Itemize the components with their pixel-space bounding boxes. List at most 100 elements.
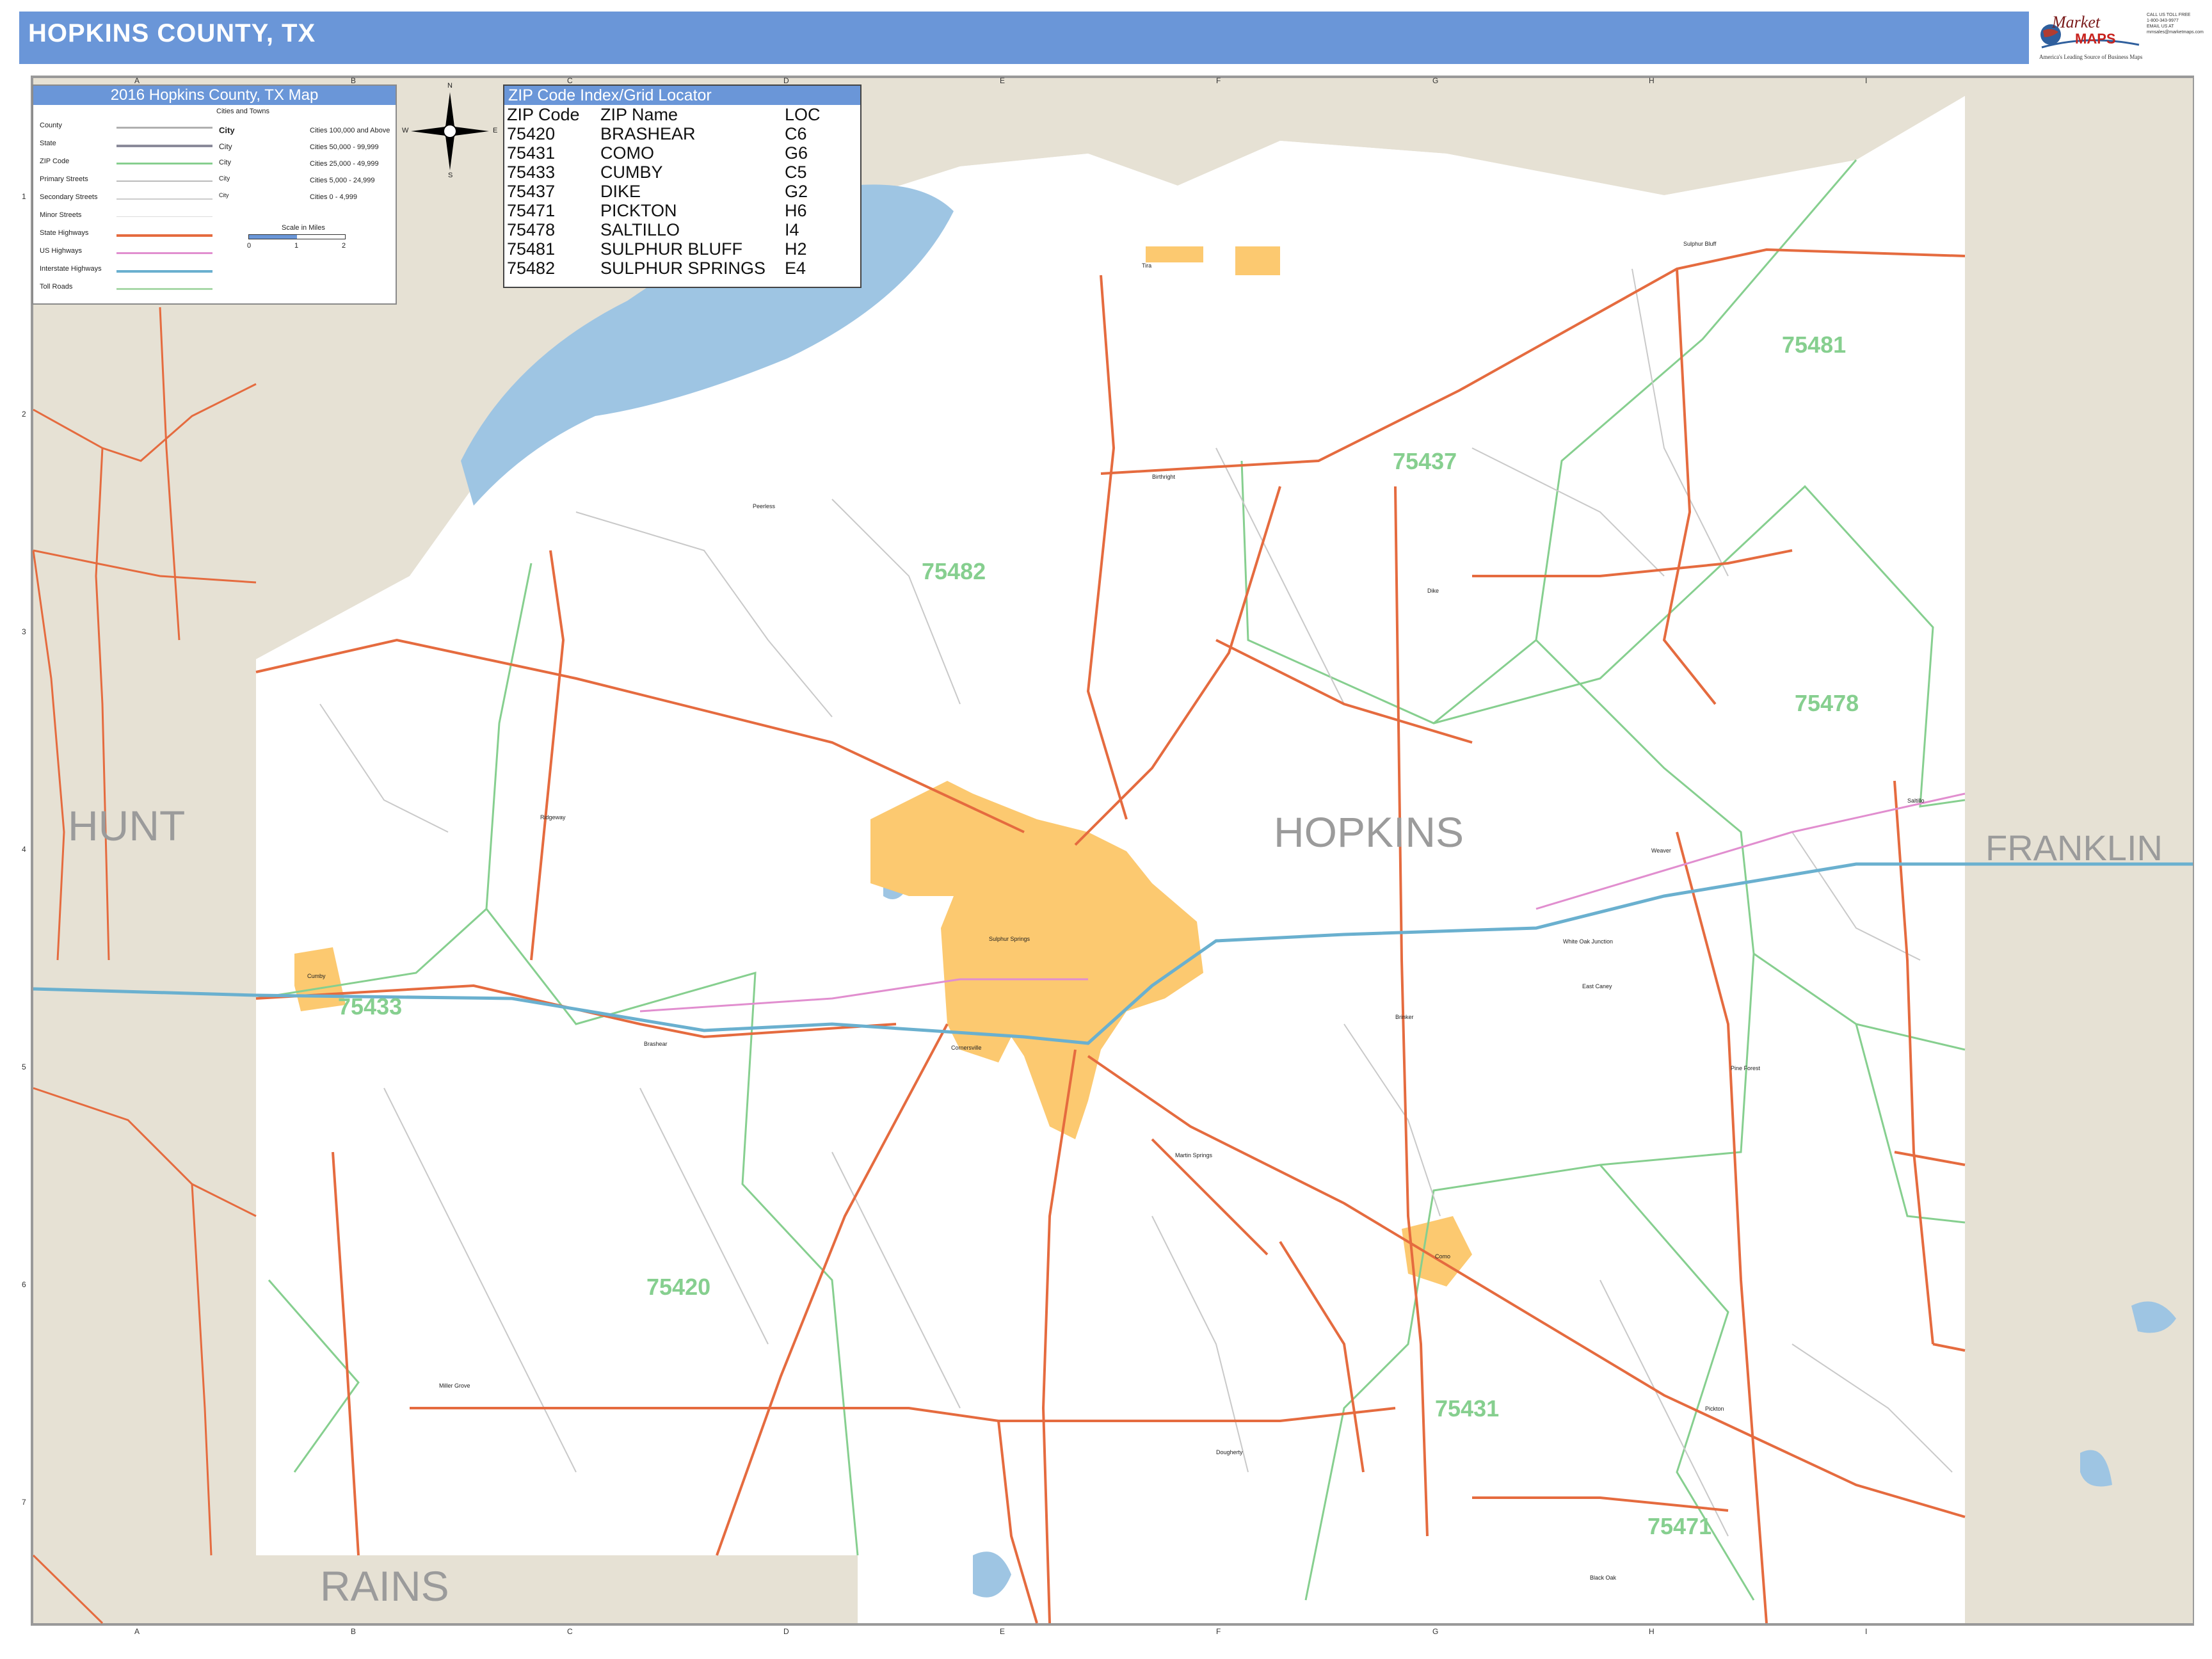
grid-col-f-bottom: F xyxy=(1216,1627,1221,1636)
legend-swatch-interstate xyxy=(116,270,212,273)
legend-swatch-state-highways xyxy=(116,234,212,237)
grid-col-h: H xyxy=(1649,76,1655,85)
zip-code: 75478 xyxy=(507,220,556,239)
place-miller-grove[interactable]: Miller Grove xyxy=(439,1382,470,1389)
legend-swatch-zip xyxy=(116,163,212,164)
place-ridgeway[interactable]: Ridgeway xyxy=(540,814,566,821)
legend-title: 2016 Hopkins County, TX Map xyxy=(33,86,396,105)
grid-row-2: 2 xyxy=(22,410,26,419)
zip-code: 75482 xyxy=(507,259,556,278)
grid-row-1: 1 xyxy=(22,192,26,201)
zip-loc: H6 xyxy=(785,201,807,220)
zip-name: DIKE xyxy=(600,182,641,201)
grid-row-5: 5 xyxy=(22,1062,26,1071)
legend-row-interstate: Interstate Highways xyxy=(40,265,102,273)
zip-name: CUMBY xyxy=(600,163,663,182)
place-peerless[interactable]: Peerless xyxy=(753,503,775,509)
place-brinker[interactable]: Brinker xyxy=(1395,1014,1414,1020)
compass-e: E xyxy=(493,127,498,134)
zip-name: SULPHUR BLUFF xyxy=(600,239,743,259)
zip-label-75482: 75482 xyxy=(922,558,986,584)
grid-col-c-bottom: C xyxy=(567,1627,573,1636)
county-label-franklin: FRANKLIN xyxy=(1985,828,2163,868)
place-sulphur-springs[interactable]: Sulphur Springs xyxy=(989,936,1030,942)
legend-city-sample-3: City xyxy=(219,159,231,166)
place-saltillo[interactable]: Saltillo xyxy=(1907,797,1925,804)
legend-city-class-2: Cities 50,000 - 99,999 xyxy=(310,143,379,151)
grid-row-6: 6 xyxy=(22,1280,26,1289)
zip-label-75471: 75471 xyxy=(1647,1513,1712,1539)
legend-swatch-primary xyxy=(116,180,212,182)
county-label-hunt: HUNT xyxy=(68,802,186,849)
place-tira[interactable]: Tira xyxy=(1142,262,1151,269)
grid-col-d: D xyxy=(783,76,789,85)
grid-col-g: G xyxy=(1432,76,1439,85)
zip-loc: G2 xyxy=(785,182,808,201)
legend-row-minor: Minor Streets xyxy=(40,211,82,219)
place-como[interactable]: Como xyxy=(1435,1253,1450,1260)
place-black-oak[interactable]: Black Oak xyxy=(1590,1575,1616,1581)
grid-col-i-bottom: I xyxy=(1865,1627,1868,1636)
north-town xyxy=(1235,246,1280,275)
zip-code-index: ZIP Code Index/Grid Locator ZIP Code ZIP… xyxy=(503,84,862,288)
grid-col-h-bottom: H xyxy=(1649,1627,1655,1636)
zip-header-name: ZIP Name xyxy=(600,105,678,124)
legend-city-sample-1: City xyxy=(219,125,235,135)
legend-scale-tick-2: 2 xyxy=(342,242,346,250)
zip-name: BRASHEAR xyxy=(600,124,696,143)
zip-label-75478: 75478 xyxy=(1795,690,1859,716)
zip-code: 75437 xyxy=(507,182,556,201)
place-birthright[interactable]: Birthright xyxy=(1152,474,1175,480)
place-weaver[interactable]: Weaver xyxy=(1651,847,1671,854)
place-sulphur-bluff[interactable]: Sulphur Bluff xyxy=(1683,241,1716,247)
place-martin-springs[interactable]: Martin Springs xyxy=(1175,1152,1212,1158)
place-white-oak-junction[interactable]: White Oak Junction xyxy=(1563,938,1613,945)
legend-scale-bar xyxy=(248,234,346,239)
grid-col-a: A xyxy=(134,76,140,85)
legend-row-county: County xyxy=(40,122,62,129)
zip-header-code: ZIP Code xyxy=(507,105,580,124)
legend-row-state: State xyxy=(40,140,56,147)
map-legend: 2016 Hopkins County, TX Map Cities and T… xyxy=(32,84,397,305)
zip-name: SULPHUR SPRINGS xyxy=(600,259,766,278)
place-dougherty[interactable]: Dougherty xyxy=(1216,1449,1243,1455)
zip-label-75437: 75437 xyxy=(1393,448,1457,474)
zip-label-75433: 75433 xyxy=(338,993,403,1020)
zip-header-loc: LOC xyxy=(785,105,821,124)
legend-city-sample-4: City xyxy=(219,175,230,182)
zip-code: 75481 xyxy=(507,239,556,259)
legend-row-zip: ZIP Code xyxy=(40,157,70,165)
zip-code: 75431 xyxy=(507,143,556,163)
legend-city-class-5: Cities 0 - 4,999 xyxy=(310,193,357,201)
legend-row-secondary: Secondary Streets xyxy=(40,193,98,201)
legend-city-sample-2: City xyxy=(219,142,232,151)
county-label-rains: RAINS xyxy=(320,1562,449,1610)
grid-col-d-bottom: D xyxy=(783,1627,789,1636)
legend-scale-title: Scale in Miles xyxy=(282,224,325,232)
county-label-hopkins: HOPKINS xyxy=(1274,808,1464,856)
zip-code: 75420 xyxy=(507,124,556,143)
place-brashear[interactable]: Brashear xyxy=(644,1041,668,1047)
legend-scale-tick-0: 0 xyxy=(247,242,252,250)
place-pickton[interactable]: Pickton xyxy=(1705,1406,1724,1412)
legend-city-class-3: Cities 25,000 - 49,999 xyxy=(310,160,379,168)
zip-index-title: ZIP Code Index/Grid Locator xyxy=(504,86,860,105)
place-east-caney[interactable]: East Caney xyxy=(1582,983,1612,990)
place-pine-forest[interactable]: Pine Forest xyxy=(1731,1065,1760,1071)
place-cumby[interactable]: Cumby xyxy=(307,973,326,979)
legend-row-toll: Toll Roads xyxy=(40,283,73,291)
place-cornersville[interactable]: Cornersville xyxy=(951,1045,982,1051)
compass-rose-icon xyxy=(411,92,489,170)
adjacent-county-west xyxy=(33,307,256,1555)
zip-loc: C6 xyxy=(785,124,807,143)
zip-name: PICKTON xyxy=(600,201,677,220)
place-dike[interactable]: Dike xyxy=(1427,588,1439,594)
legend-swatch-state xyxy=(116,145,212,147)
zip-name: COMO xyxy=(600,143,654,163)
zip-loc: I4 xyxy=(785,220,799,239)
grid-col-a-bottom: A xyxy=(134,1627,140,1636)
compass-w: W xyxy=(402,127,409,134)
zip-code: 75433 xyxy=(507,163,556,182)
legend-swatch-toll xyxy=(116,288,212,290)
legend-cities-heading: Cities and Towns xyxy=(216,108,269,115)
